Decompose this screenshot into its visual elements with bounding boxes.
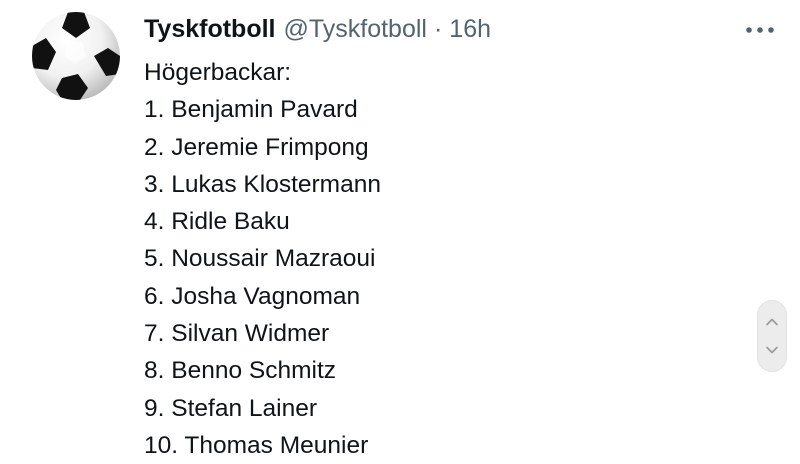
more-options-button[interactable]: [742, 18, 778, 42]
list-item: 9. Stefan Lainer: [144, 394, 317, 422]
separator-dot: ·: [433, 14, 443, 43]
scroll-control[interactable]: [757, 300, 787, 372]
list-item: 6. Josha Vagnoman: [144, 282, 361, 310]
soccer-ball-icon: [32, 12, 120, 100]
list-item: 3. Lukas Klostermann: [144, 170, 381, 198]
list-item: 2. Jeremie Frimpong: [144, 133, 369, 161]
tweet[interactable]: Tyskfotboll @Tyskfotboll · 16h Högerback…: [0, 0, 800, 459]
tweet-text-heading: Högerbackar:: [144, 59, 292, 86]
tweet-header: Tyskfotboll @Tyskfotboll · 16h: [144, 12, 491, 46]
chevron-up-icon: [766, 318, 778, 326]
timestamp[interactable]: 16h: [449, 15, 491, 44]
list-item: 8. Benno Schmitz: [144, 357, 337, 385]
list-item: 10. Thomas Meunier: [144, 431, 369, 459]
author-handle[interactable]: @Tyskfotboll: [283, 15, 426, 44]
list-item: 5. Noussair Mazraoui: [144, 245, 376, 273]
list-item: 7. Silvan Widmer: [144, 320, 330, 348]
tweet-text: Högerbackar: 1. Benjamin Pavard 2. Jerem…: [144, 54, 381, 464]
list-item: 4. Ridle Baku: [144, 208, 290, 236]
avatar[interactable]: [32, 12, 120, 100]
more-options-icon: [746, 27, 774, 33]
chevron-down-icon: [766, 346, 778, 354]
author-name[interactable]: Tyskfotboll: [144, 15, 275, 44]
scroll-up-button[interactable]: [758, 307, 786, 337]
scroll-down-button[interactable]: [758, 335, 786, 365]
list-item: 1. Benjamin Pavard: [144, 96, 358, 124]
